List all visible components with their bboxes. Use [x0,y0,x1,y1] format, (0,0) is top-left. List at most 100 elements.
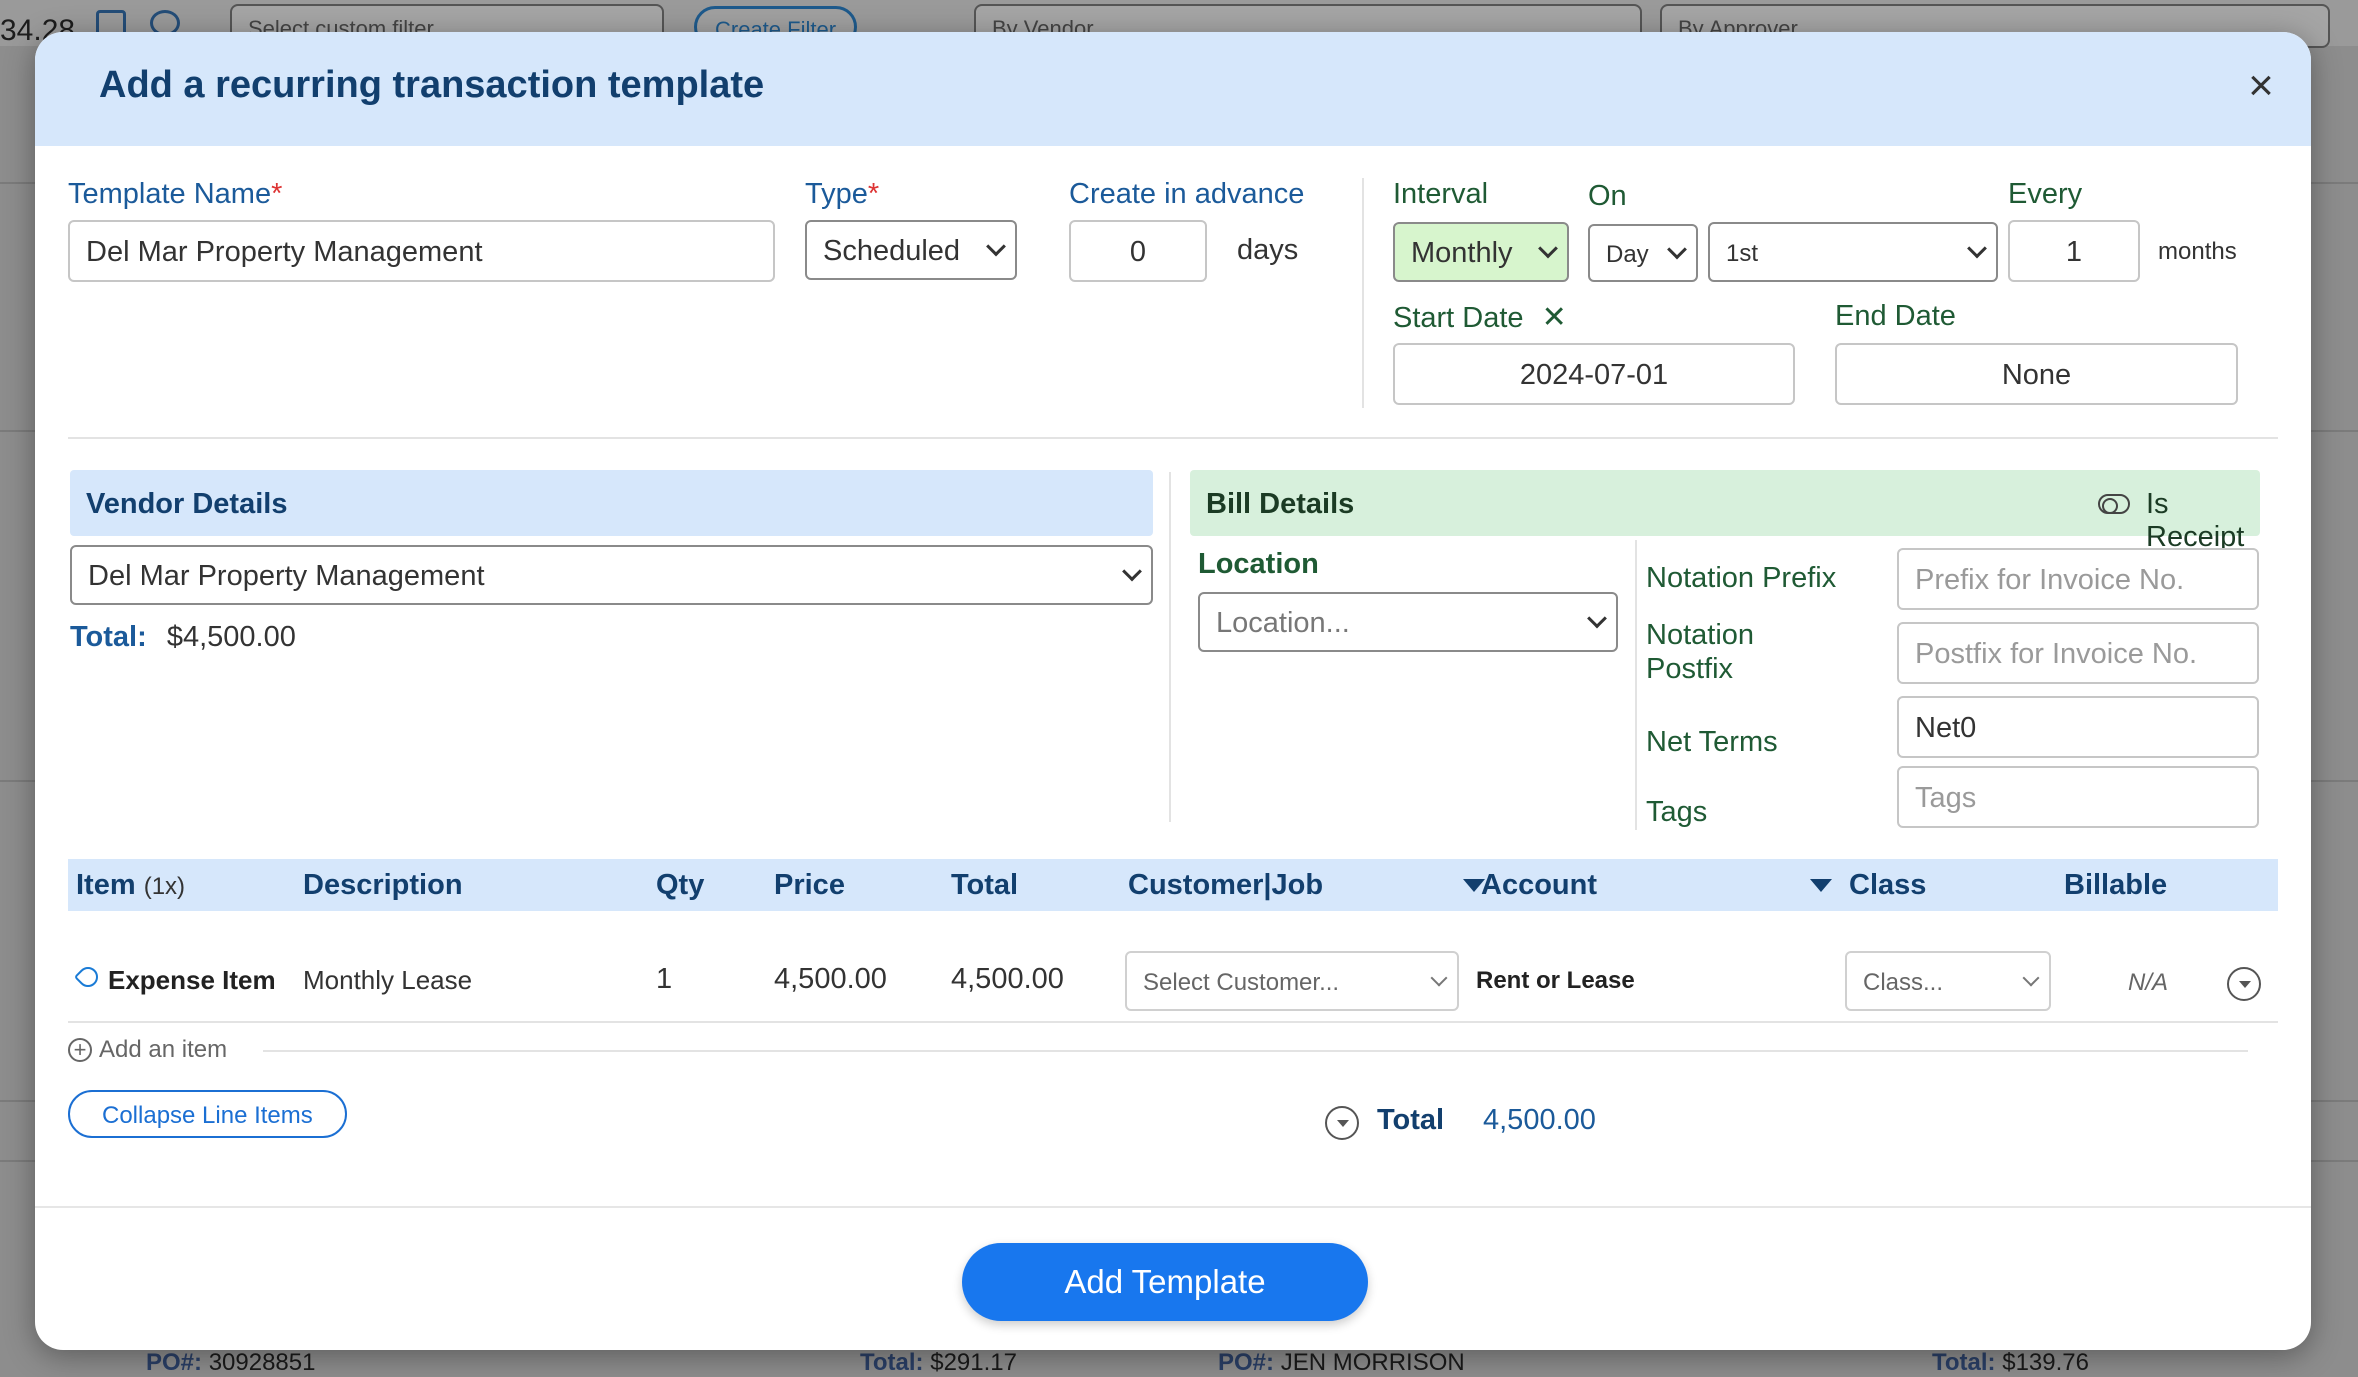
vendor-select-value: Del Mar Property Management [88,560,485,592]
class-placeholder: Class... [1863,969,1944,996]
grand-total-value: 4,500.00 [1483,1104,1596,1136]
billable-column-header: Billable [2064,869,2168,901]
type-label: Type* [805,178,880,210]
start-date-input[interactable]: 2024-07-01 [1393,343,1795,405]
footer-divider [35,1206,2311,1208]
customer-job-placeholder: Select Customer... [1143,969,1340,996]
notation-postfix-input[interactable]: Postfix for Invoice No. [1897,622,2259,684]
modal-header: Add a recurring transaction template × [35,32,2311,146]
is-receipt-label: Is Receipt [2146,488,2245,553]
days-unit-label: days [1237,234,1299,266]
chevron-down-icon [1967,238,1987,259]
chevron-down-icon [1538,238,1558,259]
bill-details-title: Bill Details [1206,488,1355,520]
add-template-button[interactable]: Add Template [962,1243,1368,1321]
recurring-template-modal: Add a recurring transaction template × T… [35,32,2311,1350]
create-in-advance-input[interactable]: 0 [1069,220,1207,282]
template-name-label: Template Name* [68,178,283,210]
chevron-down-icon [1667,239,1687,260]
end-date-input[interactable]: None [1835,343,2238,405]
item-name: Expense Item [108,965,276,995]
add-item-link[interactable]: Add an item [99,1036,227,1064]
end-date-label: End Date [1835,300,1956,332]
section-divider [1362,178,1364,408]
total-value: $139.76 [2002,1349,2089,1376]
row-expand-icon[interactable] [2227,967,2261,1001]
close-icon[interactable]: × [2243,64,2279,108]
clear-date-icon[interactable]: ✕ [1542,301,1567,334]
total-expand-icon[interactable] [1325,1106,1359,1140]
account-column-header: Account [1481,869,1597,901]
item-billable[interactable]: N/A [2128,969,2168,997]
class-select[interactable]: Class... [1845,951,2051,1011]
chevron-down-icon [1430,969,1448,987]
on-day-value: 1st [1726,240,1759,267]
background-bottom-row: PO#: 30928851 Total: $291.17 PO#: JEN MO… [0,1347,2358,1377]
location-label: Location [1198,548,1319,580]
on-day-select[interactable]: 1st [1708,222,1998,282]
chevron-down-icon [2022,969,2040,987]
tag-icon [73,962,103,992]
vendor-total-value: $4,500.00 [166,621,296,653]
template-name-input[interactable]: Del Mar Property Management [68,220,775,282]
notation-prefix-label: Notation Prefix [1646,562,1837,594]
is-receipt-toggle[interactable] [2098,494,2130,514]
type-select[interactable]: Scheduled [805,220,1017,280]
grand-total-label: Total [1377,1104,1445,1136]
chevron-down-icon [1122,561,1142,582]
po-value: JEN MORRISON [1280,1349,1465,1376]
total-label: Total: [1932,1349,1996,1376]
on-label: On [1588,180,1627,212]
class-column-header: Class [1849,869,1927,901]
item-account[interactable]: Rent or Lease [1476,967,1635,995]
vendor-total: Total: $4,500.00 [70,621,296,654]
every-label: Every [2008,178,2083,210]
type-select-value: Scheduled [823,235,961,267]
net-terms-label: Net Terms [1646,726,1778,758]
location-select[interactable]: Location... [1198,592,1618,652]
interval-select[interactable]: Monthly [1393,222,1569,282]
item-column-header: Item (1x) [76,869,186,901]
tags-input[interactable]: Tags [1897,766,2259,828]
item-qty[interactable]: 1 [656,963,672,996]
po-label: PO#: [1218,1349,1275,1376]
item-total: 4,500.00 [951,963,1064,995]
customer-job-select[interactable]: Select Customer... [1125,951,1459,1011]
chevron-down-icon [986,236,1006,257]
modal-title: Add a recurring transaction template [99,64,765,106]
months-unit-label: months [2158,238,2237,265]
sort-down-icon[interactable] [1810,879,1832,892]
add-item-icon[interactable]: + [68,1038,92,1062]
table-row: Expense Item Monthly Lease 1 4,500.00 4,… [68,913,2278,1023]
collapse-line-items-button[interactable]: Collapse Line Items [68,1090,347,1138]
total-column-header: Total [951,869,1019,901]
net-terms-input[interactable]: Net0 [1897,696,2259,758]
location-select-placeholder: Location... [1216,607,1350,639]
po-value: 30928851 [208,1349,316,1376]
every-input[interactable]: 1 [2008,220,2140,282]
create-in-advance-label: Create in advance [1069,178,1305,210]
add-item-divider [263,1050,2248,1052]
qty-column-header: Qty [656,869,705,901]
interval-label: Interval [1393,178,1489,210]
tags-label: Tags [1646,796,1708,828]
description-column-header: Description [303,869,463,901]
section-divider [1169,472,1171,822]
item-price[interactable]: 4,500.00 [774,963,887,996]
chevron-down-icon [1587,608,1607,629]
vendor-details-header: Vendor Details [70,470,1153,536]
bill-details-header: Bill Details Is Receipt [1190,470,2260,553]
customer-job-column-header: Customer|Job [1128,869,1324,901]
on-unit-value: Day [1606,241,1649,268]
start-date-label: Start Date ✕ [1393,301,1567,334]
item-description: Monthly Lease [303,965,473,995]
total-value: $291.17 [930,1349,1017,1376]
vendor-select[interactable]: Del Mar Property Management [70,545,1153,605]
on-unit-select[interactable]: Day [1588,224,1698,282]
vendor-total-label: Total: [70,621,147,653]
notation-prefix-input[interactable]: Prefix for Invoice No. [1897,548,2259,610]
interval-select-value: Monthly [1411,237,1513,269]
section-divider [1635,540,1637,830]
total-label: Total: [860,1349,924,1376]
line-items-header: Item (1x) Description Qty Price Total Cu… [68,859,2278,911]
